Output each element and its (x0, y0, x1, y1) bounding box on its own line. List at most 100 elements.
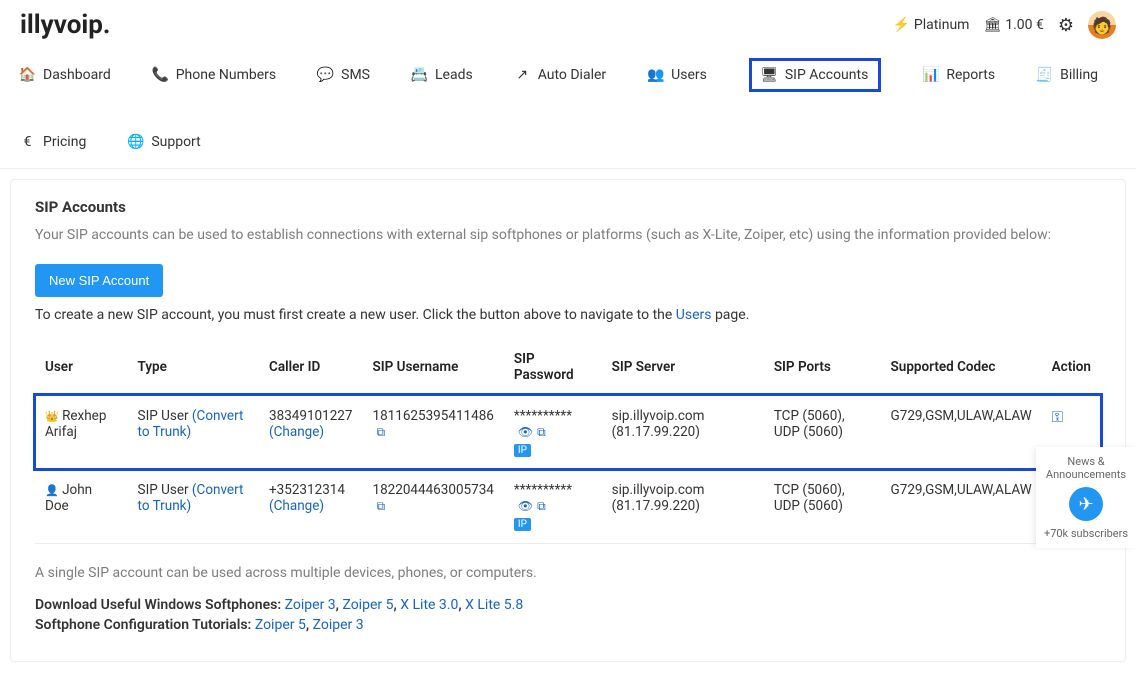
change-callerid-link[interactable]: (Change) (269, 424, 324, 440)
nav-label: Billing (1060, 67, 1098, 83)
nav-item-users[interactable]: 👥 Users (648, 67, 707, 83)
sip-password: ********** (514, 408, 572, 424)
ip-badge[interactable]: IP (514, 518, 531, 531)
plan-label: Platinum (914, 17, 970, 33)
sip-password: ********** (514, 482, 572, 498)
key-icon[interactable]: ⚿ (1052, 408, 1063, 426)
change-callerid-link[interactable]: (Change) (269, 498, 324, 514)
nav-label: Auto Dialer (538, 67, 606, 83)
col-header: SIP Username (362, 339, 503, 396)
type-text: SIP User (138, 482, 192, 498)
eye-icon[interactable]: 👁 (518, 425, 533, 439)
nav-item-auto-dialer[interactable]: ↗ Auto Dialer (515, 67, 606, 83)
sip-username: 1822044463005734 (372, 482, 493, 498)
plan-icon: ⚡ (892, 17, 909, 33)
col-header: Type (128, 339, 259, 396)
balance-badge[interactable]: 🏛 1.00 € (983, 17, 1043, 33)
create-note: To create a new SIP account, you must fi… (35, 307, 1101, 323)
news-widget[interactable]: News & Announcements ✈ +70k subscribers (1036, 447, 1136, 548)
table-row[interactable]: 👤 John DoeSIP User (Convert to Trunk)+35… (35, 469, 1101, 543)
caller-id: 38349101227 (269, 408, 352, 424)
nav-label: SMS (341, 67, 370, 83)
sip-ports: TCP (5060), UDP (5060) (764, 469, 881, 543)
nav-item-support[interactable]: 🌐 Support (128, 134, 200, 150)
copy-icon[interactable]: ⧉ (537, 425, 546, 440)
nav-label: Reports (946, 67, 995, 83)
supported-codec: G729,GSM,ULAW,ALAW (881, 469, 1042, 543)
nav-label: Users (671, 67, 707, 83)
download-link[interactable]: Zoiper 3 (285, 597, 336, 613)
download-link[interactable]: X Lite 3.0 (400, 597, 458, 613)
new-sip-account-button[interactable]: New SIP Account (35, 264, 163, 297)
news-title: News & Announcements (1040, 455, 1132, 481)
tutorial-line: Softphone Configuration Tutorials: Zoipe… (35, 617, 1101, 633)
user-avatar[interactable]: 🧑 (1088, 11, 1116, 39)
col-header: Action (1042, 339, 1101, 396)
user-type-icon: 👑 (45, 410, 59, 423)
nav-item-sip-accounts[interactable]: 🖥SIP Accounts (749, 58, 881, 92)
download-label: Download Useful Windows Softphones: (35, 597, 285, 613)
col-header: SIP Ports (764, 339, 881, 396)
nav-item-leads[interactable]: 📇 Leads (412, 67, 473, 83)
nav-item-phone-numbers[interactable]: 📞Phone Numbers (153, 67, 276, 83)
type-text: SIP User (138, 408, 192, 424)
card-intro: Your SIP accounts can be used to establi… (35, 226, 1101, 246)
users-icon: 👥 (648, 67, 663, 83)
download-link[interactable]: Zoiper 5 (342, 597, 393, 613)
download-link[interactable]: X Lite 5.8 (465, 597, 523, 613)
nav-item-dashboard[interactable]: 🏠Dashboard (20, 67, 111, 83)
card-title: SIP Accounts (35, 198, 1101, 216)
copy-icon[interactable]: ⧉ (537, 499, 546, 514)
support-icon: 🌐 (128, 134, 143, 150)
sip-ports: TCP (5060), UDP (5060) (764, 395, 881, 469)
sms-icon: 💬 (318, 67, 333, 83)
nav-item-sms[interactable]: 💬 SMS (318, 67, 370, 83)
news-subs: +70k subscribers (1040, 527, 1132, 540)
create-note-pre: To create a new SIP account, you must fi… (35, 307, 676, 323)
ip-badge[interactable]: IP (514, 444, 531, 457)
sip-accounts-card: SIP Accounts Your SIP accounts can be us… (10, 179, 1126, 662)
nav-label: Leads (435, 67, 473, 83)
auto-dialer-icon: ↗ (515, 67, 530, 83)
table-row[interactable]: 👑 Rexhep ArifajSIP User (Convert to Trun… (35, 395, 1101, 469)
tutorial-link[interactable]: Zoiper 5 (255, 617, 306, 633)
nav-item-reports[interactable]: 📊 Reports (923, 67, 995, 83)
col-header: Caller ID (259, 339, 362, 396)
supported-codec: G729,GSM,ULAW,ALAW (881, 395, 1042, 469)
col-header: SIP Server (602, 339, 764, 396)
download-line: Download Useful Windows Softphones: Zoip… (35, 597, 1101, 613)
tutorial-link[interactable]: Zoiper 3 (313, 617, 364, 633)
create-note-post: page. (711, 307, 749, 323)
nav-item-pricing[interactable]: € Pricing (20, 134, 86, 150)
eye-icon[interactable]: 👁 (518, 499, 533, 513)
plan-badge: ⚡ Platinum (892, 17, 969, 33)
sip-username: 1811625395411486 (372, 408, 493, 424)
brand-logo[interactable]: illyvoip. (20, 10, 110, 40)
settings-gear-icon[interactable]: ⚙ (1058, 15, 1074, 36)
nav-label: Pricing (43, 134, 86, 150)
user-type-icon: 👤 (45, 484, 59, 497)
main-nav: 🏠Dashboard 📞Phone Numbers 💬 SMS 📇 Leads ↗ Auto … (0, 40, 1136, 169)
col-header: User (35, 339, 128, 396)
balance-amount: 1.00 € (1005, 17, 1044, 33)
phone-numbers-icon: 📞 (153, 67, 168, 83)
users-link[interactable]: Users (676, 307, 712, 323)
nav-label: Dashboard (43, 67, 111, 83)
footer-note: A single SIP account can be used across … (35, 564, 1101, 584)
col-header: SIP Password (504, 339, 602, 396)
pricing-icon: € (20, 134, 35, 150)
copy-icon[interactable]: ⧉ (376, 499, 385, 514)
sip-server: sip.illyvoip.com (81.17.99.220) (602, 469, 764, 543)
nav-item-billing[interactable]: 🧾 Billing (1037, 67, 1098, 83)
tutorial-label: Softphone Configuration Tutorials: (35, 617, 255, 633)
nav-label: SIP Accounts (785, 67, 868, 83)
leads-icon: 📇 (412, 67, 427, 83)
telegram-icon[interactable]: ✈ (1069, 487, 1103, 521)
caller-id: +352312314 (269, 482, 352, 498)
billing-icon: 🧾 (1037, 67, 1052, 83)
nav-label: Support (151, 134, 200, 150)
copy-icon[interactable]: ⧉ (376, 425, 385, 440)
balance-icon: 🏛 (983, 17, 1001, 33)
reports-icon: 📊 (923, 67, 938, 83)
sip-accounts-table: UserTypeCaller IDSIP UsernameSIP Passwor… (35, 339, 1101, 544)
